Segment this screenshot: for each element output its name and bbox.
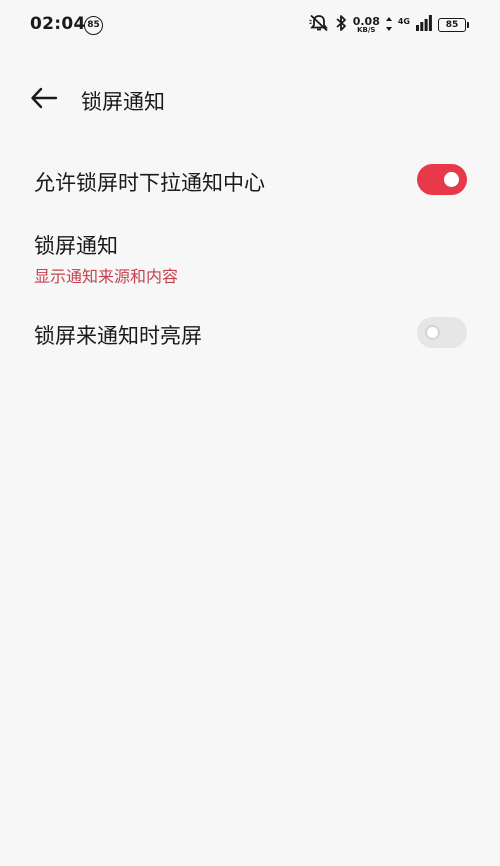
- setting-title: 锁屏来通知时亮屏: [34, 324, 202, 348]
- setting-title: 允许锁屏时下拉通知中心: [34, 171, 265, 195]
- setting-row-wake-on-notification[interactable]: 锁屏来通知时亮屏: [0, 302, 500, 362]
- wake-on-notification-toggle[interactable]: [417, 317, 467, 348]
- page-title: 锁屏通知: [81, 90, 165, 114]
- signal-icon: [416, 15, 432, 35]
- setting-row-lockscreen-notifications[interactable]: 锁屏通知 显示通知来源和内容: [0, 218, 500, 296]
- notification-badge: 85: [84, 16, 103, 35]
- battery-icon: 85: [438, 18, 469, 32]
- back-button[interactable]: [28, 87, 60, 113]
- toggle-knob: [444, 172, 459, 187]
- status-bar: 02:04 85 0.08 KB/S 4G 85: [0, 0, 500, 50]
- page-header: 锁屏通知: [0, 75, 500, 125]
- pulldown-notification-toggle[interactable]: [417, 164, 467, 195]
- bluetooth-icon: [335, 14, 347, 36]
- network-type: 4G: [397, 17, 410, 26]
- network-speed: 0.08 KB/S: [353, 16, 380, 34]
- arrow-left-icon: [30, 87, 58, 113]
- status-icons: 0.08 KB/S 4G 85: [308, 14, 469, 36]
- toggle-knob: [425, 325, 440, 340]
- setting-subtitle: 显示通知来源和内容: [34, 267, 179, 286]
- data-arrows-icon: [385, 16, 392, 35]
- network-speed-unit: KB/S: [357, 26, 376, 34]
- setting-title: 锁屏通知: [34, 234, 118, 258]
- setting-row-pulldown-notification-center[interactable]: 允许锁屏时下拉通知中心: [0, 150, 500, 210]
- status-time: 02:04: [30, 14, 86, 34]
- mute-icon: [308, 14, 329, 36]
